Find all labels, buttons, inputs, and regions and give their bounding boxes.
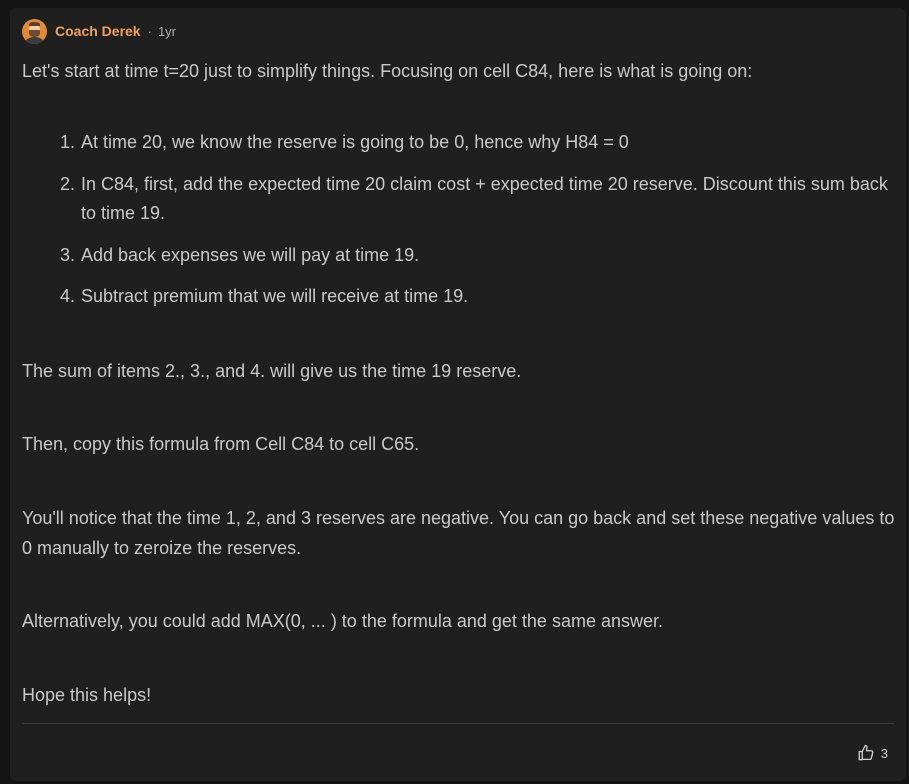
avatar[interactable]	[22, 18, 47, 44]
list-item-text: Add back expenses we will pay at time 19…	[81, 245, 420, 265]
comment-card: Coach Derek · 1yr Let's start at time t=…	[10, 8, 906, 781]
list-item-text: At time 20, we know the reserve is going…	[81, 132, 629, 152]
list-item-number: 4.	[60, 286, 76, 306]
closing-paragraph: Hope this helps!	[22, 685, 152, 705]
footer-divider	[22, 723, 894, 724]
list-item-number: 2.	[60, 174, 76, 194]
separator-dot: ·	[147, 23, 152, 39]
comment-header: Coach Derek · 1yr	[22, 18, 176, 44]
like-button[interactable]: 3	[857, 744, 888, 762]
list-item: 2. In C84, first, add the expected time …	[60, 170, 896, 228]
comment-age[interactable]: 1yr	[158, 24, 176, 39]
like-count: 3	[880, 745, 888, 761]
list-item: 3. Add back expenses we will pay at time…	[60, 241, 896, 270]
author-name[interactable]: Coach Derek	[55, 23, 141, 39]
alternative-paragraph: Alternatively, you could add MAX(0, ... …	[22, 611, 663, 631]
list-item: 1. At time 20, we know the reserve is go…	[60, 128, 896, 157]
thumbs-up-icon[interactable]	[857, 744, 875, 762]
list-item-number: 1.	[60, 132, 76, 152]
negative-paragraph: You'll notice that the time 1, 2, and 3 …	[22, 508, 895, 558]
list-item-text: In C84, first, add the expected time 20 …	[81, 174, 888, 223]
sum-paragraph: The sum of items 2., 3., and 4. will giv…	[22, 361, 522, 381]
intro-paragraph: Let's start at time t=20 just to simplif…	[22, 61, 753, 81]
list-item-number: 3.	[60, 245, 76, 265]
list-item: 4. Subtract premium that we will receive…	[60, 282, 896, 311]
copy-paragraph: Then, copy this formula from Cell C84 to…	[22, 434, 420, 454]
list-item-text: Subtract premium that we will receive at…	[81, 286, 469, 306]
